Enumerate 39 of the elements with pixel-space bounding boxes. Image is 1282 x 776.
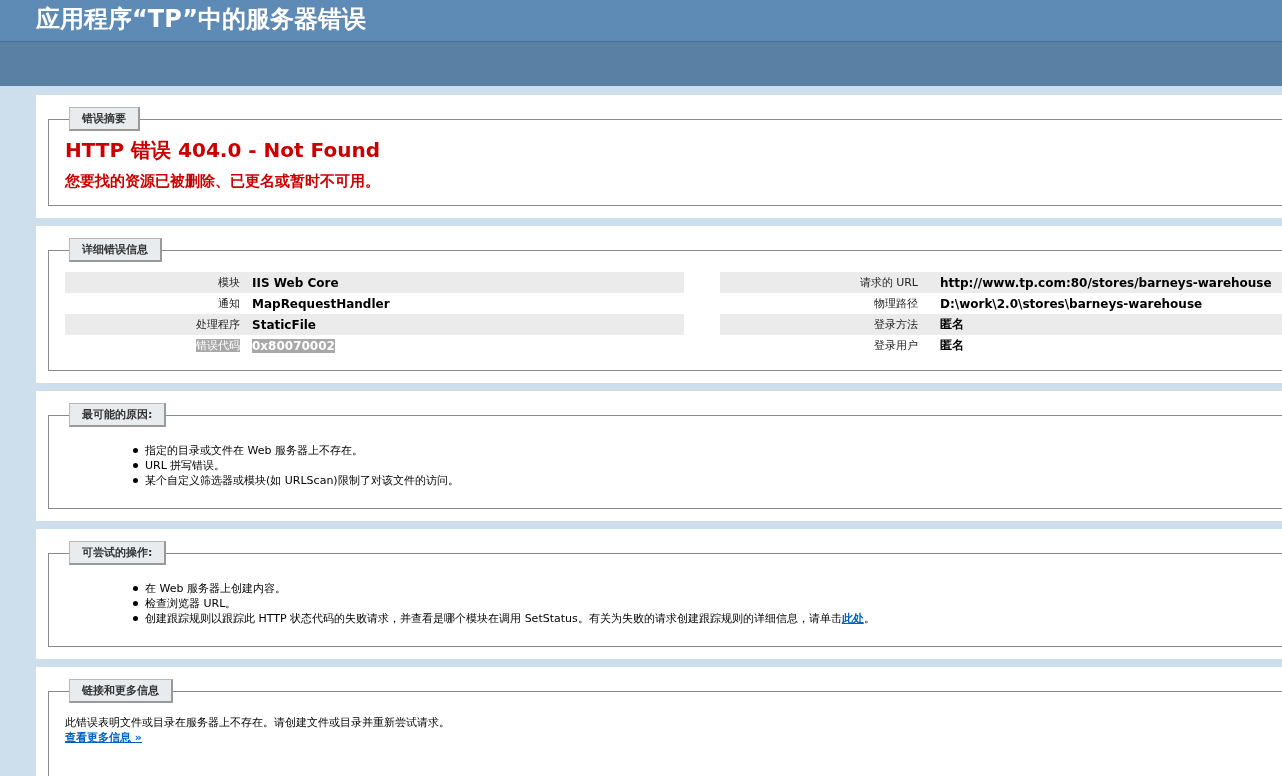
- list-item-text: 某个自定义筛选器或模块(如 URLScan)限制了对该文件的访问。: [145, 473, 459, 488]
- field-value: MapRequestHandler: [252, 296, 390, 311]
- section-legend: 最可能的原因:: [69, 403, 167, 427]
- error-heading: HTTP 错误 404.0 - Not Found: [65, 137, 381, 164]
- bullet-icon: [133, 478, 138, 483]
- field-label: 通知: [218, 297, 240, 310]
- list-item-text: 在 Web 服务器上创建内容。: [145, 581, 286, 596]
- bullet-icon: [133, 616, 138, 621]
- field-label: 登录方法: [874, 318, 918, 331]
- field-value: D:\work\2.0\stores\barneys-warehouse: [940, 296, 1203, 311]
- field-label: 错误代码: [196, 339, 240, 352]
- bullet-icon: [133, 601, 138, 606]
- field-value: 匿名: [940, 338, 964, 352]
- field-label: 登录用户: [874, 339, 918, 352]
- field-label: 请求的 URL: [859, 276, 918, 289]
- field-value: 匿名: [940, 317, 964, 331]
- list-item-text: URL 拼写错误。: [145, 458, 226, 473]
- field-label: 处理程序: [196, 318, 240, 331]
- field-value: http://www.tp.com:80/stores/barneys-warehouse: [940, 275, 1272, 290]
- info-text: 此错误表明文件或目录在服务器上不存在。请创建文件或目录并重新尝试请求。: [65, 715, 451, 730]
- bullet-icon: [133, 586, 138, 591]
- bullet-icon: [133, 448, 138, 453]
- field-label: 物理路径: [874, 297, 918, 310]
- link[interactable]: 此处: [841, 612, 864, 625]
- field-value: 0x80070002: [252, 338, 335, 353]
- section-legend: 可尝试的操作:: [69, 541, 167, 565]
- field-value: IIS Web Core: [252, 275, 339, 290]
- list-item-text: 检查浏览器 URL。: [145, 596, 237, 611]
- field-value: StaticFile: [252, 317, 316, 332]
- field-label: 模块: [218, 276, 240, 289]
- section-legend: 链接和更多信息: [69, 679, 173, 703]
- page-title: 应用程序“TP”中的服务器错误: [35, 4, 367, 35]
- more-info-link[interactable]: 查看更多信息 »: [65, 730, 142, 745]
- section-legend: 错误摘要: [69, 107, 140, 131]
- error-message: 您要找的资源已被删除、已更名或暂时不可用。: [65, 172, 381, 191]
- list-item-text: 创建跟踪规则以跟踪此 HTTP 状态代码的失败请求，并查看是哪个模块在调用 SetStatus。有关为失败的请求创建跟踪规则的详细信息，请单击此处。: [145, 611, 875, 626]
- section-legend: 详细错误信息: [69, 238, 162, 262]
- bullet-icon: [133, 463, 138, 468]
- list-item-text: 指定的目录或文件在 Web 服务器上不存在。: [145, 443, 363, 458]
